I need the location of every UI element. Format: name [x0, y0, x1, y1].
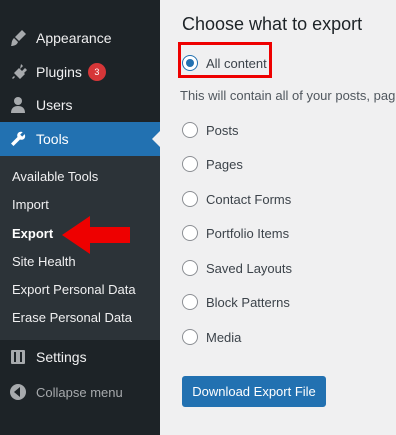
radio-button[interactable] [182, 122, 198, 138]
radio-button[interactable] [182, 225, 198, 241]
sidebar-item-label: Settings [36, 349, 87, 365]
plugin-icon [8, 62, 28, 82]
radio-label: Media [206, 329, 242, 345]
sidebar-item-label: Appearance [36, 30, 112, 46]
download-export-file-button[interactable]: Download Export File [182, 376, 326, 407]
submenu-item-erase-personal-data[interactable]: Erase Personal Data [12, 304, 158, 332]
export-description: This will contain all of your posts, pag [180, 88, 396, 103]
radio-button[interactable] [182, 260, 198, 276]
radio-label: Block Patterns [206, 294, 290, 310]
sidebar-item-tools[interactable]: Tools [0, 122, 160, 156]
radio-label: Saved Layouts [206, 260, 293, 276]
export-option-media[interactable]: Media [182, 329, 241, 345]
settings-icon [8, 347, 28, 367]
submenu-item-export-personal-data[interactable]: Export Personal Data [12, 276, 158, 304]
sidebar-item-label: Tools [36, 131, 69, 147]
paintbrush-icon [8, 28, 28, 48]
sidebar-item-users[interactable]: Users [0, 88, 160, 122]
sidebar-item-settings[interactable]: Settings [0, 340, 160, 374]
update-count-badge: 3 [87, 63, 106, 81]
annotation-arrow [62, 216, 130, 254]
radio-button[interactable] [182, 294, 198, 310]
active-indicator [152, 131, 160, 147]
radio-label: Pages [206, 156, 243, 172]
export-option-posts[interactable]: Posts [182, 122, 239, 138]
collapse-menu-label: Collapse menu [36, 384, 123, 400]
export-option-portfolio-items[interactable]: Portfolio Items [182, 225, 289, 241]
export-option-all-content[interactable]: All content [182, 55, 267, 71]
collapse-icon [8, 382, 28, 402]
users-icon [8, 95, 28, 115]
radio-label: Contact Forms [206, 191, 292, 207]
sidebar-item-plugins[interactable]: Plugins 3 [0, 55, 160, 89]
page-title: Choose what to export [182, 14, 363, 34]
wrench-icon [8, 129, 28, 149]
submenu-item-available-tools[interactable]: Available Tools [12, 163, 158, 191]
radio-button[interactable] [182, 329, 198, 345]
radio-button[interactable] [182, 191, 198, 207]
export-panel: Choose what to export All content This w… [160, 0, 396, 435]
radio-button[interactable] [182, 156, 198, 172]
radio-label: All content [206, 55, 267, 71]
sidebar-item-appearance[interactable]: Appearance [0, 21, 160, 55]
collapse-menu-button[interactable]: Collapse menu [0, 375, 160, 409]
radio-button[interactable] [182, 55, 198, 71]
export-option-contact-forms[interactable]: Contact Forms [182, 191, 291, 207]
export-option-saved-layouts[interactable]: Saved Layouts [182, 260, 292, 276]
radio-label: Portfolio Items [206, 225, 290, 241]
export-option-pages[interactable]: Pages [182, 156, 243, 172]
sidebar-item-label: Users [36, 97, 73, 113]
radio-label: Posts [206, 122, 239, 138]
export-option-block-patterns[interactable]: Block Patterns [182, 294, 290, 310]
sidebar-item-label: Plugins [36, 64, 82, 80]
